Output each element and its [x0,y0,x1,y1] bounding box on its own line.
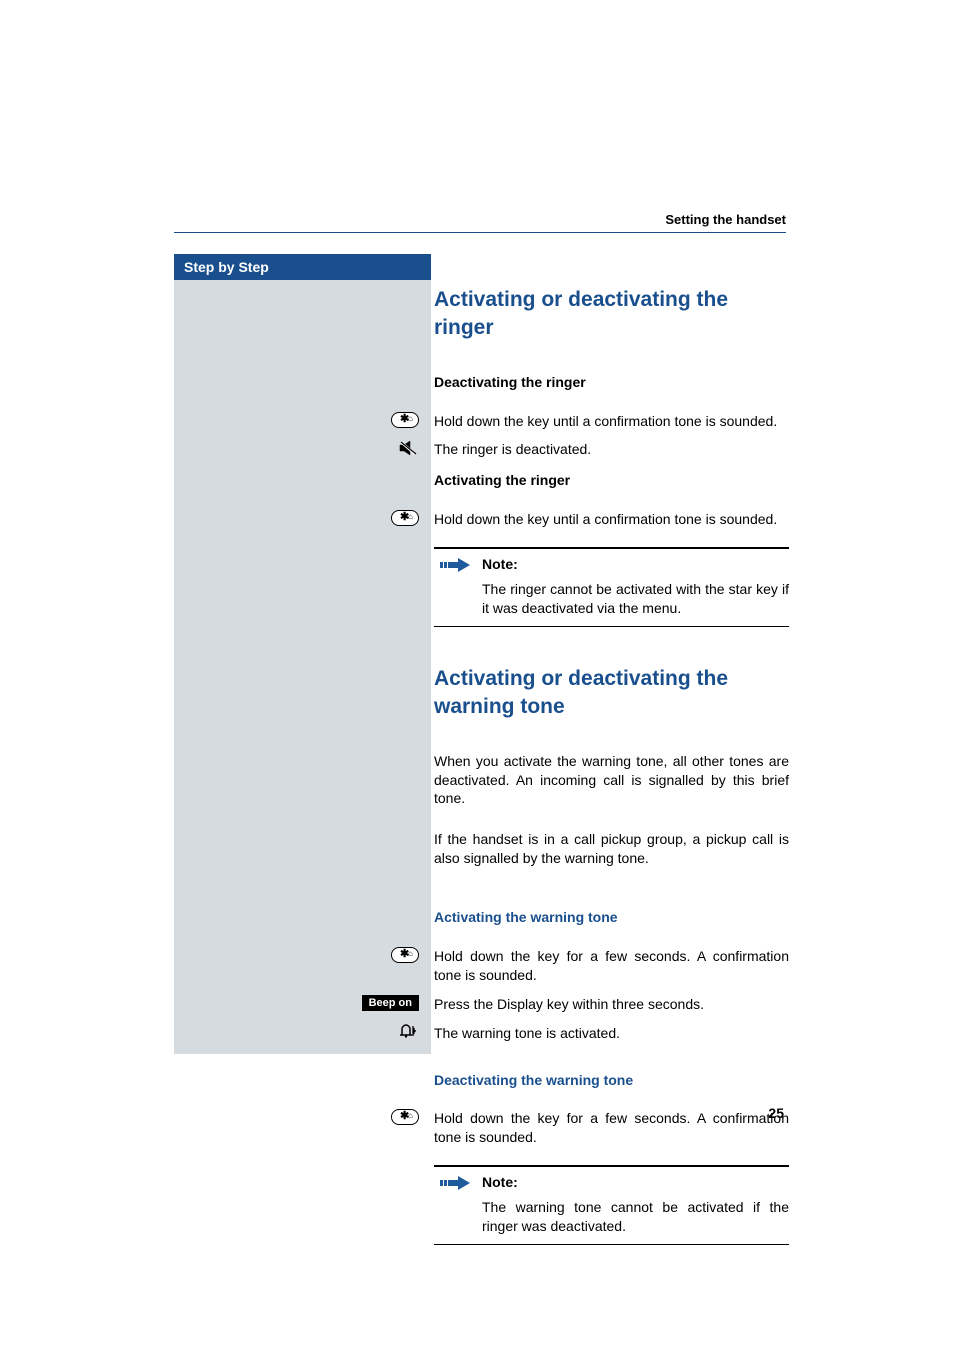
ringer-deactivated-text: The ringer is deactivated. [434,440,789,459]
star-key-icon-2: ✱ ⌂ [391,510,419,526]
main-content: Activating or deactivating the ringer De… [434,254,789,1269]
display-key-text: Press the Display key within three secon… [434,995,789,1014]
hold-few-text-1: Hold down the key for a few seconds. A c… [434,947,789,985]
note-box-1: Note: The ringer cannot be activated wit… [434,547,789,627]
note-arrow-icon [440,560,472,576]
svg-text:⌂: ⌂ [408,414,413,423]
warning-intro-2: If the handset is in a call pickup group… [434,830,789,868]
svg-text:⌂: ⌂ [408,1111,413,1120]
star-key-icon-4: ✱ ⌂ [391,1109,419,1125]
hold-key-text-1: Hold down the key until a confirmation t… [434,412,789,431]
note-label-2: Note: [482,1173,789,1192]
header-rule [174,232,786,233]
star-key-icon-3: ✱ ⌂ [391,947,419,963]
note-arrow-icon-2 [440,1178,472,1194]
warning-activated-text: The warning tone is activated. [434,1024,789,1043]
warning-tone-icon [399,1024,419,1038]
ringer-off-icon [399,440,419,461]
note-box-2: Note: The warning tone cannot be activat… [434,1165,789,1245]
page-number: 25 [768,1105,784,1121]
svg-text:⌂: ⌂ [408,949,413,958]
deactivating-warning-label: Deactivating the warning tone [434,1071,789,1090]
note-text-2: The warning tone cannot be activated if … [482,1198,789,1236]
running-header: Setting the handset [665,212,786,227]
activating-ringer-label: Activating the ringer [434,471,789,490]
warning-tone-heading: Activating or deactivating the warning t… [434,665,789,722]
beep-on-key: Beep on [362,995,419,1011]
note-label-1: Note: [482,555,789,574]
star-key-icon: ✱ ⌂ [391,412,419,428]
activating-warning-label: Activating the warning tone [434,908,789,927]
note-text-1: The ringer cannot be activated with the … [482,580,789,618]
hold-few-text-2: Hold down the key for a few seconds. A c… [434,1109,789,1147]
warning-intro-1: When you activate the warning tone, all … [434,752,789,809]
svg-text:⌂: ⌂ [408,512,413,521]
hold-key-text-2: Hold down the key until a confirmation t… [434,510,789,529]
ringer-heading: Activating or deactivating the ringer [434,286,789,343]
deactivating-ringer-label: Deactivating the ringer [434,373,789,392]
